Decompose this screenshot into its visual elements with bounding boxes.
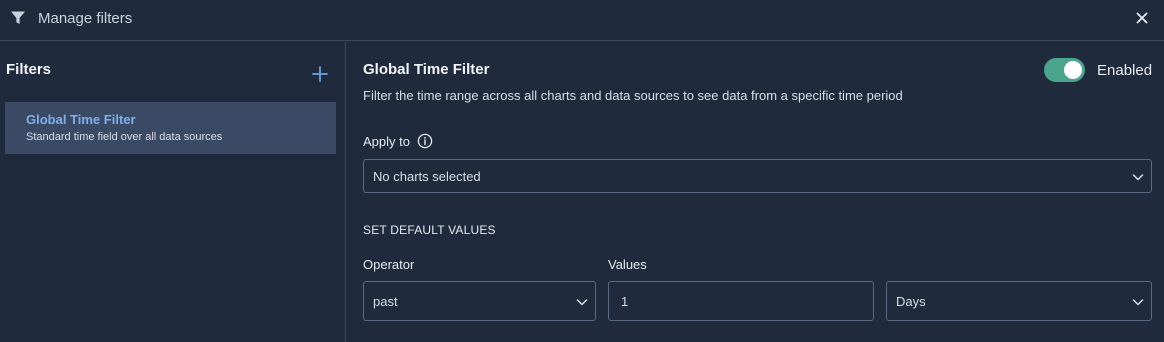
unit-select[interactable]: Days: [886, 281, 1152, 321]
chevron-down-icon: [576, 299, 588, 306]
value-input[interactable]: [608, 281, 874, 321]
chevron-down-icon: [1132, 299, 1144, 306]
filter-description: Filter the time range across all charts …: [363, 88, 903, 103]
sidebar-item-name: Global Time Filter: [26, 112, 136, 127]
sidebar-item-global-time-filter[interactable]: Global Time Filter Standard time field o…: [5, 102, 336, 154]
apply-to-select[interactable]: No charts selected: [363, 159, 1152, 193]
filters-sidebar: Filters Global Time Filter Standard time…: [0, 42, 346, 342]
filter-editor: Global Time Filter Filter the time range…: [347, 42, 1164, 342]
plus-icon[interactable]: [310, 64, 330, 84]
unit-value: Days: [896, 294, 926, 309]
toggle-label: Enabled: [1097, 62, 1153, 79]
apply-to-value: No charts selected: [373, 169, 481, 184]
operator-value: past: [373, 294, 398, 309]
dialog-title: Manage filters: [38, 10, 133, 27]
sidebar-heading: Filters: [6, 61, 52, 78]
sidebar-item-description: Standard time field over all data source…: [26, 131, 223, 143]
apply-to-label: Apply to: [363, 134, 410, 149]
operator-select[interactable]: past: [363, 281, 596, 321]
operator-label: Operator: [363, 257, 415, 272]
info-icon[interactable]: [417, 133, 433, 149]
filter-icon: [11, 11, 25, 24]
dialog-header: Manage filters: [0, 0, 1164, 41]
close-icon[interactable]: [1132, 8, 1152, 28]
filter-title: Global Time Filter: [363, 61, 490, 78]
toggle-knob: [1064, 61, 1082, 79]
chevron-down-icon: [1132, 174, 1144, 181]
default-values-heading: SET DEFAULT VALUES: [363, 223, 496, 237]
enabled-toggle[interactable]: [1044, 58, 1085, 82]
values-label: Values: [608, 257, 647, 272]
